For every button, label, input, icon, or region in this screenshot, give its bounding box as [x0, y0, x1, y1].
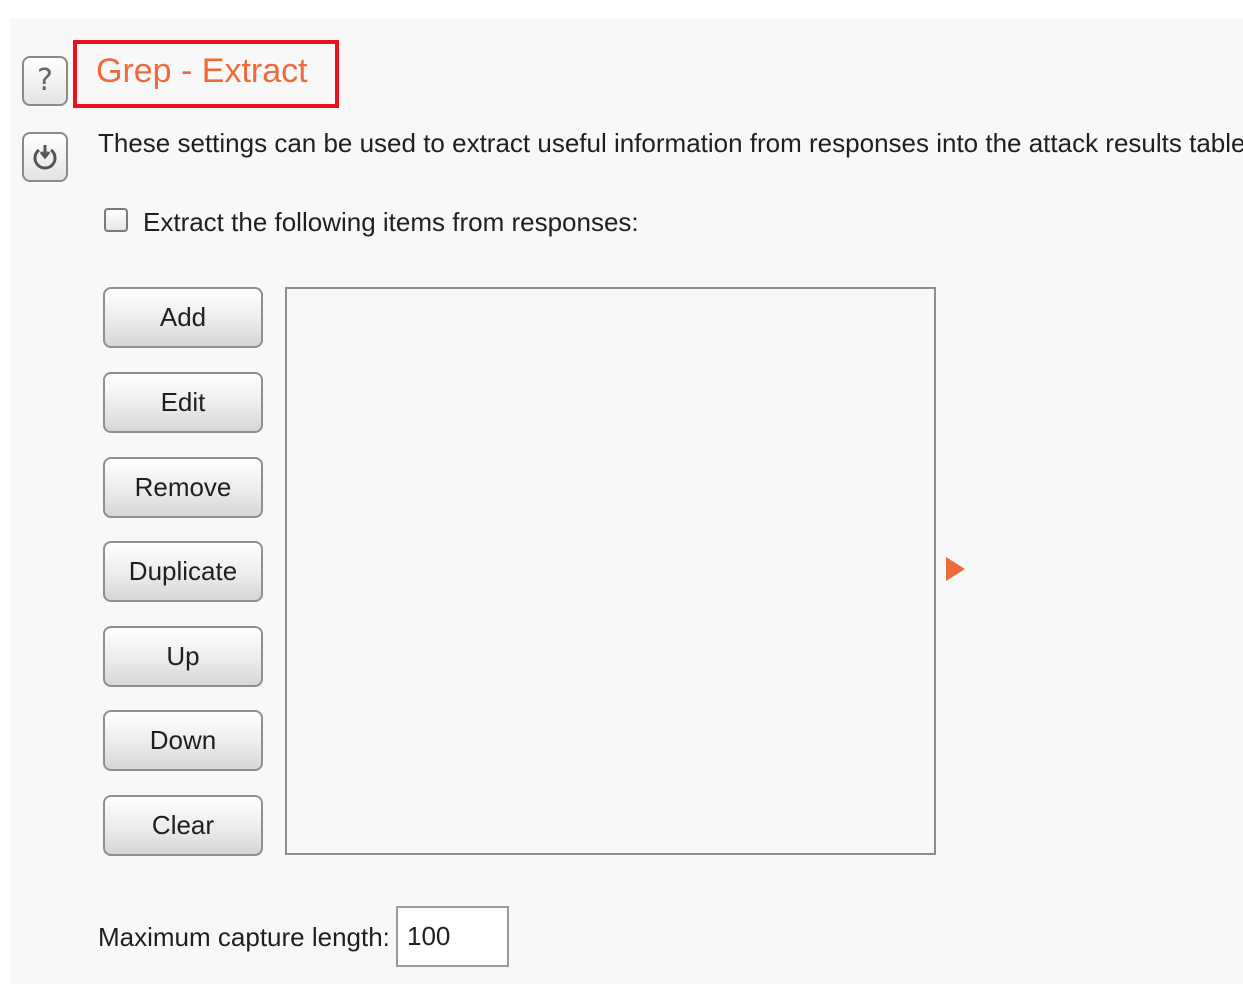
edit-button[interactable]: Edit [103, 372, 263, 433]
extract-items-checkbox[interactable] [104, 208, 128, 232]
clear-button[interactable]: Clear [103, 795, 263, 856]
extract-items-label[interactable]: Extract the following items from respons… [143, 207, 639, 238]
down-button[interactable]: Down [103, 710, 263, 771]
extract-items-list[interactable] [285, 287, 936, 855]
restore-defaults-icon[interactable] [22, 132, 68, 182]
add-button[interactable]: Add [103, 287, 263, 348]
max-capture-length-input[interactable] [396, 906, 509, 967]
remove-button[interactable]: Remove [103, 457, 263, 518]
refresh-icon [33, 145, 57, 170]
duplicate-button[interactable]: Duplicate [103, 541, 263, 602]
section-description: These settings can be used to extract us… [98, 128, 1243, 158]
up-button[interactable]: Up [103, 626, 263, 687]
help-question-icon[interactable]: ? [22, 56, 68, 106]
page-title: Grep - Extract [96, 52, 308, 90]
expand-arrow-icon[interactable] [946, 557, 965, 581]
max-capture-length-label: Maximum capture length: [98, 922, 390, 952]
